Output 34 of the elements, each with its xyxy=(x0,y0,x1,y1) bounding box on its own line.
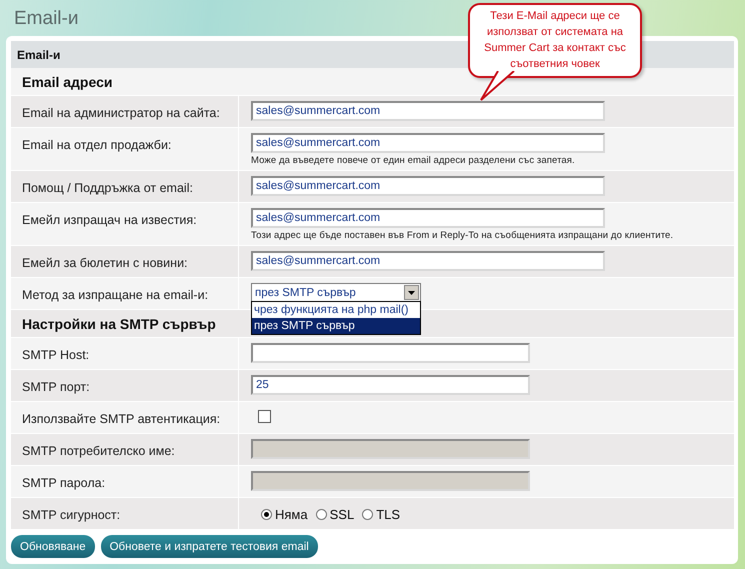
input-field[interactable]: 25 xyxy=(251,375,530,395)
section-heading: Email адреси xyxy=(11,68,734,96)
radio-label[interactable]: SSL xyxy=(330,507,354,522)
field-label: Използвайте SMTP автентикация: xyxy=(22,412,220,426)
input-field[interactable]: sales@summercart.com xyxy=(251,133,605,153)
field-label: SMTP Host: xyxy=(22,348,90,362)
input-field[interactable]: sales@summercart.com xyxy=(251,208,605,228)
field-label: Метод за изпращане на email-и: xyxy=(22,288,208,302)
field-label: Email на администратор на сайта: xyxy=(22,106,220,120)
radio-button[interactable] xyxy=(316,509,327,520)
field-label: Емейл за бюлетин с новини: xyxy=(22,256,188,270)
field-label: Емейл изпращач на известия: xyxy=(22,213,197,227)
page-title: Email-и xyxy=(14,9,78,27)
button[interactable]: Обновете и изпратете тестовия email xyxy=(100,535,318,558)
field-label: SMTP парола: xyxy=(22,476,106,490)
field-label: Помощ / Поддръжка от email: xyxy=(22,181,193,195)
input-field[interactable] xyxy=(251,343,530,363)
field-label: SMTP сигурност: xyxy=(22,508,120,522)
dropdown-option[interactable]: през SMTP сървър xyxy=(252,318,420,334)
radio-button[interactable] xyxy=(362,509,374,520)
input-field[interactable]: sales@summercart.com xyxy=(251,176,605,196)
radio-label[interactable]: TLS xyxy=(376,507,400,522)
dropdown[interactable]: през SMTP сървър xyxy=(251,283,421,302)
radio-label[interactable]: Няма xyxy=(275,507,308,522)
field-label: SMTP порт: xyxy=(22,380,90,394)
hint-text: Може да въведете повече от един email адреси разделени със запетая. xyxy=(251,154,576,166)
radio-button[interactable] xyxy=(261,509,272,520)
hint-text: Този адрес ще бъде поставен във From и Reply-To на съобщенията изпращани до клиентите. xyxy=(251,229,674,241)
field-label: Email на отдел продажби: xyxy=(22,138,172,152)
callout: Тези E-Mail адреси ще се използват от системата на Summer Cart за контакт със съответния човек xyxy=(468,3,642,78)
checkbox[interactable] xyxy=(258,410,271,423)
field-label: SMTP потребителско име: xyxy=(22,444,175,458)
input-field[interactable]: sales@summercart.com xyxy=(251,251,605,271)
button[interactable]: Обновяване xyxy=(11,535,95,558)
